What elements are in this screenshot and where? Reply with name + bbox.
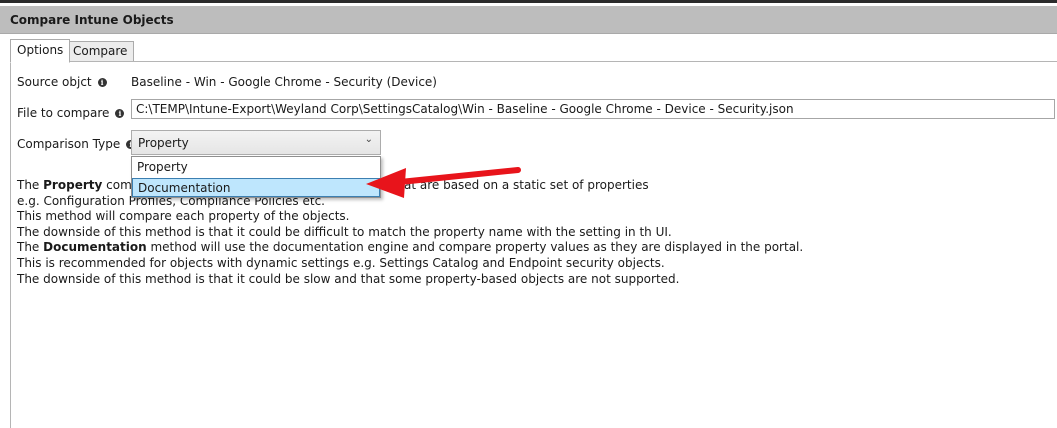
- window-title-bar: Compare Intune Objects: [0, 6, 1057, 34]
- comparison-type-select[interactable]: Property ⌄: [131, 130, 381, 155]
- description-line: The downside of this method is that it c…: [17, 224, 672, 239]
- tab-options[interactable]: Options: [10, 39, 71, 63]
- description-line: This is recommended for objects with dyn…: [17, 255, 665, 270]
- tab-compare-output[interactable]: Compare Output: [66, 41, 135, 77]
- file-to-compare-input[interactable]: C:\TEMP\Intune-Export\Weyland Corp\Setti…: [131, 99, 1055, 119]
- comparison-type-label: Comparison Typei: [17, 137, 136, 151]
- source-object-label: Source objct i: [17, 75, 107, 89]
- info-icon[interactable]: i: [115, 109, 125, 118]
- comparison-type-selected: Property: [138, 136, 189, 150]
- file-to-compare-label: File to compare i: [17, 106, 125, 120]
- window-top-border: [0, 0, 1057, 3]
- description-line: The downside of this method is that it c…: [17, 271, 680, 286]
- source-object-value: Baseline - Win - Google Chrome - Securit…: [131, 75, 437, 89]
- info-icon[interactable]: i: [97, 78, 107, 87]
- dropdown-option-documentation[interactable]: Documentation: [132, 178, 380, 197]
- annotation-arrow-icon: [366, 167, 521, 198]
- dropdown-option-property[interactable]: Property: [132, 158, 380, 177]
- description-line: This method will compare each property o…: [17, 209, 350, 224]
- comparison-type-dropdown: Property Documentation: [131, 156, 381, 198]
- description-line: The Documentation method will use the do…: [17, 240, 804, 255]
- chevron-down-icon[interactable]: ⌄: [365, 134, 373, 145]
- window-title: Compare Intune Objects: [10, 13, 174, 27]
